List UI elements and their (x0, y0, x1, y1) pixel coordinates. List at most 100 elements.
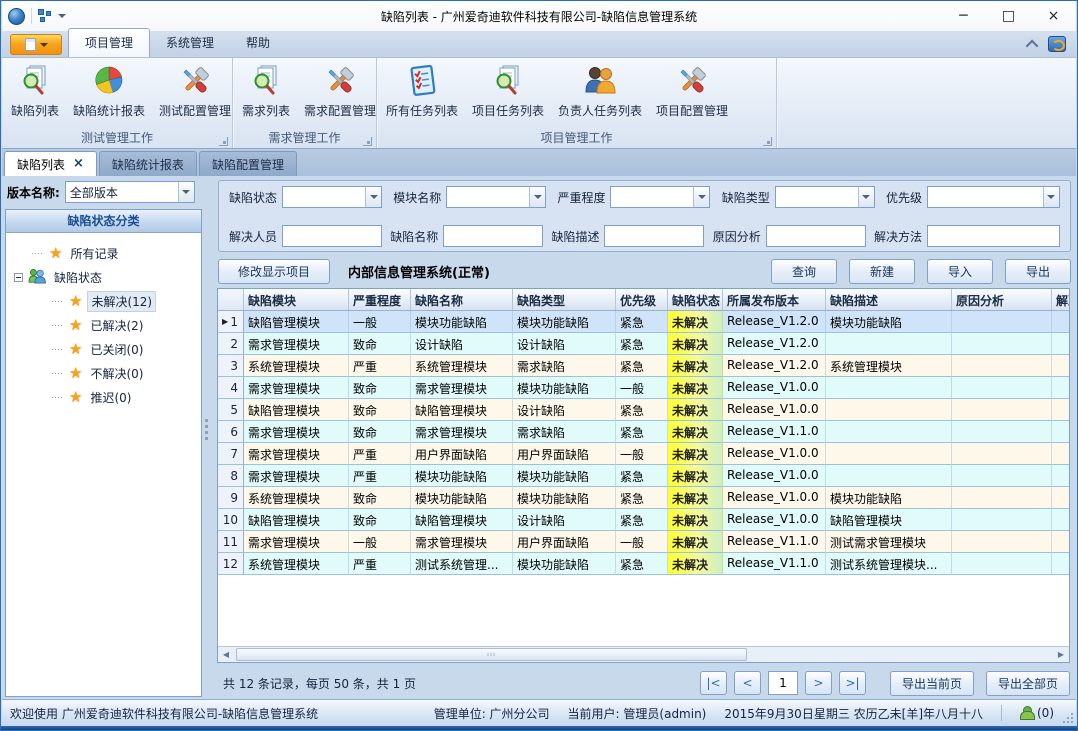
table-cell[interactable] (952, 487, 1052, 509)
ribbon-button[interactable]: 项目任务列表 (465, 60, 551, 130)
table-cell[interactable]: 紧急 (616, 333, 668, 355)
table-cell[interactable] (1052, 531, 1069, 553)
table-cell[interactable]: 未解决 (668, 509, 723, 531)
table-cell[interactable]: Release_V1.0.0 (723, 377, 826, 399)
table-cell[interactable]: 缺陷管理模块 (244, 399, 349, 421)
chevron-down-icon[interactable] (1043, 187, 1059, 207)
message-indicator[interactable]: (0) (1020, 706, 1054, 720)
table-row[interactable]: 8需求管理模块严重模块功能缺陷模块功能缺陷紧急未解决Release_V1.0.0 (218, 465, 1069, 487)
table-cell[interactable] (952, 355, 1052, 377)
ribbon-button[interactable]: 所有任务列表 (379, 60, 465, 130)
table-cell[interactable] (952, 553, 1052, 575)
ribbon-button[interactable]: 测试配置管理 (152, 60, 238, 130)
table-cell[interactable]: Release_V1.1.0 (723, 421, 826, 443)
table-row[interactable]: 9系统管理模块致命模块功能缺陷模块功能缺陷紧急未解决Release_V1.0.0… (218, 487, 1069, 509)
table-row[interactable]: 11需求管理模块一般需求管理模块用户界面缺陷一般未解决Release_V1.1.… (218, 531, 1069, 553)
row-number[interactable]: 10 (218, 509, 244, 531)
skin-style-icon[interactable] (1048, 36, 1066, 52)
ribbon-tab-system[interactable]: 系统管理 (150, 29, 230, 57)
table-cell[interactable]: 致命 (349, 487, 411, 509)
filter-text-input[interactable] (604, 225, 704, 247)
table-cell[interactable]: 致命 (349, 377, 411, 399)
scroll-left-icon[interactable]: ◀ (218, 647, 234, 662)
table-cell[interactable]: Release_V1.2.0 (723, 333, 826, 355)
last-page-button[interactable]: >| (839, 671, 866, 695)
version-select[interactable]: 全部版本 (65, 181, 195, 203)
table-cell[interactable]: 未解决 (668, 421, 723, 443)
table-cell[interactable]: 模块功能缺陷 (411, 311, 513, 333)
row-number[interactable]: 6 (218, 421, 244, 443)
table-cell[interactable]: 需求缺陷 (513, 355, 616, 377)
column-header[interactable]: 所属发布版本 (723, 289, 826, 310)
table-row[interactable]: 7需求管理模块严重用户界面缺陷用户界面缺陷一般未解决Release_V1.0.0 (218, 443, 1069, 465)
table-cell[interactable]: Release_V1.0.0 (723, 509, 826, 531)
table-row[interactable]: 2需求管理模块致命设计缺陷设计缺陷紧急未解决Release_V1.2.0 (218, 333, 1069, 355)
table-cell[interactable]: 致命 (349, 333, 411, 355)
table-cell[interactable] (826, 421, 952, 443)
table-cell[interactable]: Release_V1.0.0 (723, 487, 826, 509)
new-button[interactable]: 新建 (849, 259, 915, 284)
table-cell[interactable]: 未解决 (668, 333, 723, 355)
table-cell[interactable]: 模块功能缺陷 (513, 487, 616, 509)
table-cell[interactable] (1052, 399, 1069, 421)
quick-access-grid-icon[interactable] (38, 9, 52, 23)
table-cell[interactable]: 未解决 (668, 311, 723, 333)
column-header[interactable]: 缺陷名称 (411, 289, 513, 310)
table-cell[interactable]: 一般 (616, 443, 668, 465)
table-cell[interactable]: 紧急 (616, 553, 668, 575)
chevron-down-icon[interactable] (365, 187, 381, 207)
table-cell[interactable]: 需求管理模块 (244, 333, 349, 355)
table-cell[interactable] (952, 399, 1052, 421)
minimize-button[interactable]: ─ (941, 1, 986, 31)
horizontal-scrollbar[interactable]: ◀ ▶ (218, 646, 1069, 662)
tree-item[interactable]: ★推迟(0) (6, 385, 201, 409)
scroll-right-icon[interactable]: ▶ (1053, 647, 1069, 662)
table-cell[interactable] (826, 465, 952, 487)
table-cell[interactable]: 模块功能缺陷 (826, 487, 952, 509)
table-cell[interactable]: 未解决 (668, 355, 723, 377)
row-number[interactable]: 11 (218, 531, 244, 553)
filter-select[interactable] (446, 186, 546, 208)
table-cell[interactable]: 设计缺陷 (513, 509, 616, 531)
table-cell[interactable]: 缺陷管理模块 (826, 509, 952, 531)
table-cell[interactable]: 未解决 (668, 399, 723, 421)
dialog-launcher-icon[interactable] (363, 137, 372, 146)
table-cell[interactable] (1052, 311, 1069, 333)
tree-item[interactable]: ★已关闭(0) (6, 337, 201, 361)
tree-item[interactable]: ★已解决(2) (6, 313, 201, 337)
collapse-toggle-icon[interactable] (14, 273, 23, 282)
table-cell[interactable]: 一般 (616, 531, 668, 553)
table-cell[interactable]: 未解决 (668, 531, 723, 553)
table-cell[interactable]: Release_V1.1.0 (723, 553, 826, 575)
table-cell[interactable]: Release_V1.1.0 (723, 531, 826, 553)
export-button[interactable]: 导出 (1005, 259, 1071, 284)
column-header[interactable]: 缺陷类型 (513, 289, 616, 310)
table-cell[interactable]: Release_V1.2.0 (723, 355, 826, 377)
first-page-button[interactable]: |< (700, 671, 727, 695)
table-cell[interactable] (952, 421, 1052, 443)
table-cell[interactable]: 测试系统管理... (411, 553, 513, 575)
table-cell[interactable] (1052, 355, 1069, 377)
collapse-ribbon-icon[interactable] (1026, 39, 1039, 52)
table-cell[interactable]: 模块功能缺陷 (826, 311, 952, 333)
table-cell[interactable]: 测试需求管理模块 (826, 531, 952, 553)
document-tab[interactable]: 缺陷统计报表 (99, 151, 197, 176)
table-cell[interactable]: 缺陷管理模块 (244, 311, 349, 333)
import-button[interactable]: 导入 (927, 259, 993, 284)
table-row[interactable]: ▶1缺陷管理模块一般模块功能缺陷模块功能缺陷紧急未解决Release_V1.2.… (218, 311, 1069, 333)
table-row[interactable]: 4需求管理模块致命需求管理模块模块功能缺陷一般未解决Release_V1.0.0 (218, 377, 1069, 399)
panel-splitter[interactable] (203, 176, 213, 699)
table-cell[interactable]: 用户界面缺陷 (513, 443, 616, 465)
table-row[interactable]: 12系统管理模块严重测试系统管理...模块功能缺陷紧急未解决Release_V1… (218, 553, 1069, 575)
row-number[interactable]: 5 (218, 399, 244, 421)
table-cell[interactable]: 需求管理模块 (244, 443, 349, 465)
table-cell[interactable] (1052, 465, 1069, 487)
column-header[interactable]: 缺陷状态 (668, 289, 723, 310)
table-cell[interactable]: 需求管理模块 (244, 377, 349, 399)
close-tab-icon[interactable]: × (73, 159, 84, 169)
column-header[interactable]: 缺陷描述 (826, 289, 952, 310)
table-cell[interactable]: 致命 (349, 509, 411, 531)
table-cell[interactable] (952, 377, 1052, 399)
row-number[interactable]: 4 (218, 377, 244, 399)
table-cell[interactable]: 未解决 (668, 487, 723, 509)
